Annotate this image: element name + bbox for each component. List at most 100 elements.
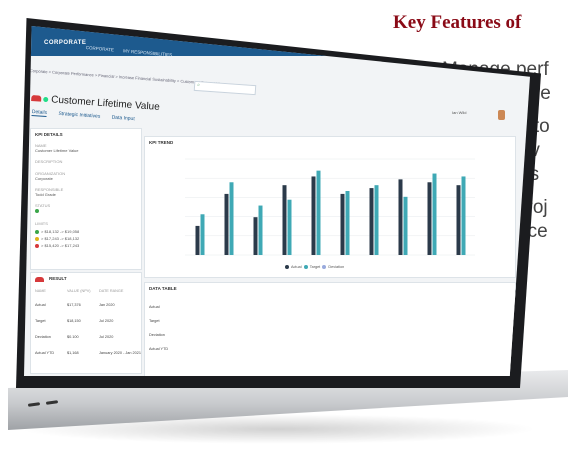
kpi-field: DESCRIPTION: [35, 159, 62, 164]
limit-row: > $18,132 -> $19,058: [35, 229, 79, 234]
chart-bar[interactable]: [253, 217, 258, 255]
cell: Deviation: [35, 335, 51, 339]
gauge-icon: [31, 94, 42, 102]
table-row: Target: [149, 319, 181, 323]
cell: Actual YTD: [35, 351, 55, 355]
limit-dot-icon: [35, 243, 39, 248]
row-label: Actual YTD: [149, 347, 169, 351]
status-dot-icon: [35, 208, 39, 213]
gauge-icon: [35, 277, 44, 282]
chart-bar[interactable]: [224, 193, 229, 255]
chart-bar[interactable]: [374, 185, 379, 255]
column-header: NAME: [35, 289, 46, 293]
app-logo[interactable]: CORPORATE: [44, 40, 86, 46]
chart-bar[interactable]: [369, 188, 374, 255]
features-title: Key Features of: [393, 12, 522, 33]
legend-swatch: [303, 265, 308, 269]
status-icon: [43, 96, 49, 103]
cell: $17,376: [67, 303, 81, 307]
cell: Jan 2020: [99, 303, 115, 307]
user-name[interactable]: Ian Wild: [452, 110, 466, 115]
chart-bar[interactable]: [316, 170, 321, 255]
cell: $0.100: [67, 335, 79, 339]
tab-data-input[interactable]: Data Input: [111, 115, 134, 123]
cell: Actual: [35, 303, 46, 307]
table-row[interactable]: Actual $17,376 Jan 2020: [35, 303, 131, 307]
cell: Target: [35, 319, 46, 323]
kpi-field: STATUS: [35, 203, 50, 213]
chart-bar[interactable]: [345, 191, 350, 255]
chart-bar[interactable]: [195, 225, 200, 255]
kpi-trend-chart: [185, 158, 475, 256]
nav-item[interactable]: MY RESPONSIBILITIES: [123, 48, 172, 57]
chart-bar[interactable]: [403, 196, 408, 255]
cell: January 2020 - Jan 2021: [99, 351, 142, 355]
nav-item[interactable]: CORPORATE: [86, 45, 115, 52]
limit-dot-icon: [35, 229, 39, 234]
page-title: Customer Lifetime Value: [50, 94, 161, 113]
table-row[interactable]: Target $18,150 Jul 2020: [35, 319, 131, 323]
chart-bar[interactable]: [456, 185, 461, 255]
laptop-screen: CORPORATE CORPORATE MY RESPONSIBILITIES …: [24, 26, 530, 376]
legend-label: Deviation: [328, 265, 345, 269]
row-label: Actual: [149, 305, 160, 309]
limit-text: > $17,243 -> $18,132: [41, 236, 80, 241]
legend-label: Target: [309, 265, 321, 269]
row-label: Target: [149, 319, 160, 323]
kpi-trend-panel: KPI TREND Actual Target Deviation: [144, 136, 516, 278]
data-table-panel: DATA TABLE Actual Target Deviation Actua…: [144, 282, 516, 376]
app-nav: CORPORATE MY RESPONSIBILITIES: [86, 45, 181, 58]
avatar[interactable]: [498, 110, 505, 120]
tab-details[interactable]: Details: [31, 109, 48, 118]
table-row: Actual YTD: [149, 347, 181, 351]
field-label: DESCRIPTION: [35, 159, 63, 164]
panel-title: DATA TABLE: [149, 286, 177, 291]
field-label: STATUS: [35, 203, 51, 208]
kpi-field: ORGANIZATION Corporate: [35, 171, 65, 181]
row-label: Deviation: [149, 333, 165, 337]
table-row[interactable]: Deviation $0.100 Jul 2020: [35, 335, 131, 339]
limit-dot-icon: [35, 236, 39, 241]
chart-bar[interactable]: [340, 193, 345, 255]
cell: $1,168: [67, 351, 79, 355]
cell: $18,150: [67, 319, 81, 323]
cell: Jul 2020: [99, 335, 114, 339]
chart-legend: Actual Target Deviation: [285, 265, 344, 269]
kpi-details-panel: KPI DETAILS NAME Customer Lifetime Value …: [30, 128, 142, 270]
table-row[interactable]: Actual YTD $1,168 January 2020 - Jan 2021: [35, 351, 142, 355]
chart-bar[interactable]: [258, 205, 263, 255]
chart-bar[interactable]: [282, 185, 287, 255]
chart-bar[interactable]: [461, 176, 466, 255]
result-panel: RESULT NAME VALUE (NPV) DATE RANGE Actual $…: [30, 272, 142, 374]
chart-bar[interactable]: [311, 176, 316, 255]
limit-row: > $15,420 -> $17,243: [35, 243, 79, 248]
chart-bar[interactable]: [427, 182, 432, 255]
kpi-field: RESPONSIBLE Todd Grade: [35, 187, 63, 197]
tab-strategic-initiatives[interactable]: Strategic Initiatives: [58, 111, 100, 120]
field-value: Todd Grade: [35, 192, 56, 197]
column-header: VALUE (NPV): [67, 289, 91, 293]
legend-swatch: [285, 265, 289, 269]
chart-bar[interactable]: [200, 214, 205, 255]
field-value: Customer Lifetime Value: [35, 148, 79, 153]
panel-title: RESULT: [49, 276, 67, 281]
field-label: LIMITS: [35, 221, 48, 226]
kpi-field: LIMITS: [35, 221, 48, 226]
search-input[interactable]: ⌕: [193, 80, 257, 96]
legend-label: Actual: [291, 265, 302, 269]
chart-bar[interactable]: [229, 182, 234, 255]
cell: Jul 2020: [99, 319, 114, 323]
column-header: DATE RANGE: [99, 289, 124, 293]
kpi-field: NAME Customer Lifetime Value: [35, 143, 79, 153]
panel-title: KPI DETAILS: [35, 132, 63, 137]
chart-bar[interactable]: [432, 173, 437, 255]
chart-bar[interactable]: [398, 179, 403, 255]
limit-row: > $17,243 -> $18,132: [35, 236, 79, 241]
table-row: Deviation: [149, 333, 181, 337]
chart-bar[interactable]: [287, 199, 292, 255]
limit-text: > $15,420 -> $17,243: [41, 243, 80, 248]
search-icon: ⌕: [196, 82, 201, 89]
field-value: Corporate: [35, 176, 53, 181]
table-header: NAME VALUE (NPV) DATE RANGE: [35, 289, 131, 293]
legend-swatch: [322, 265, 327, 269]
